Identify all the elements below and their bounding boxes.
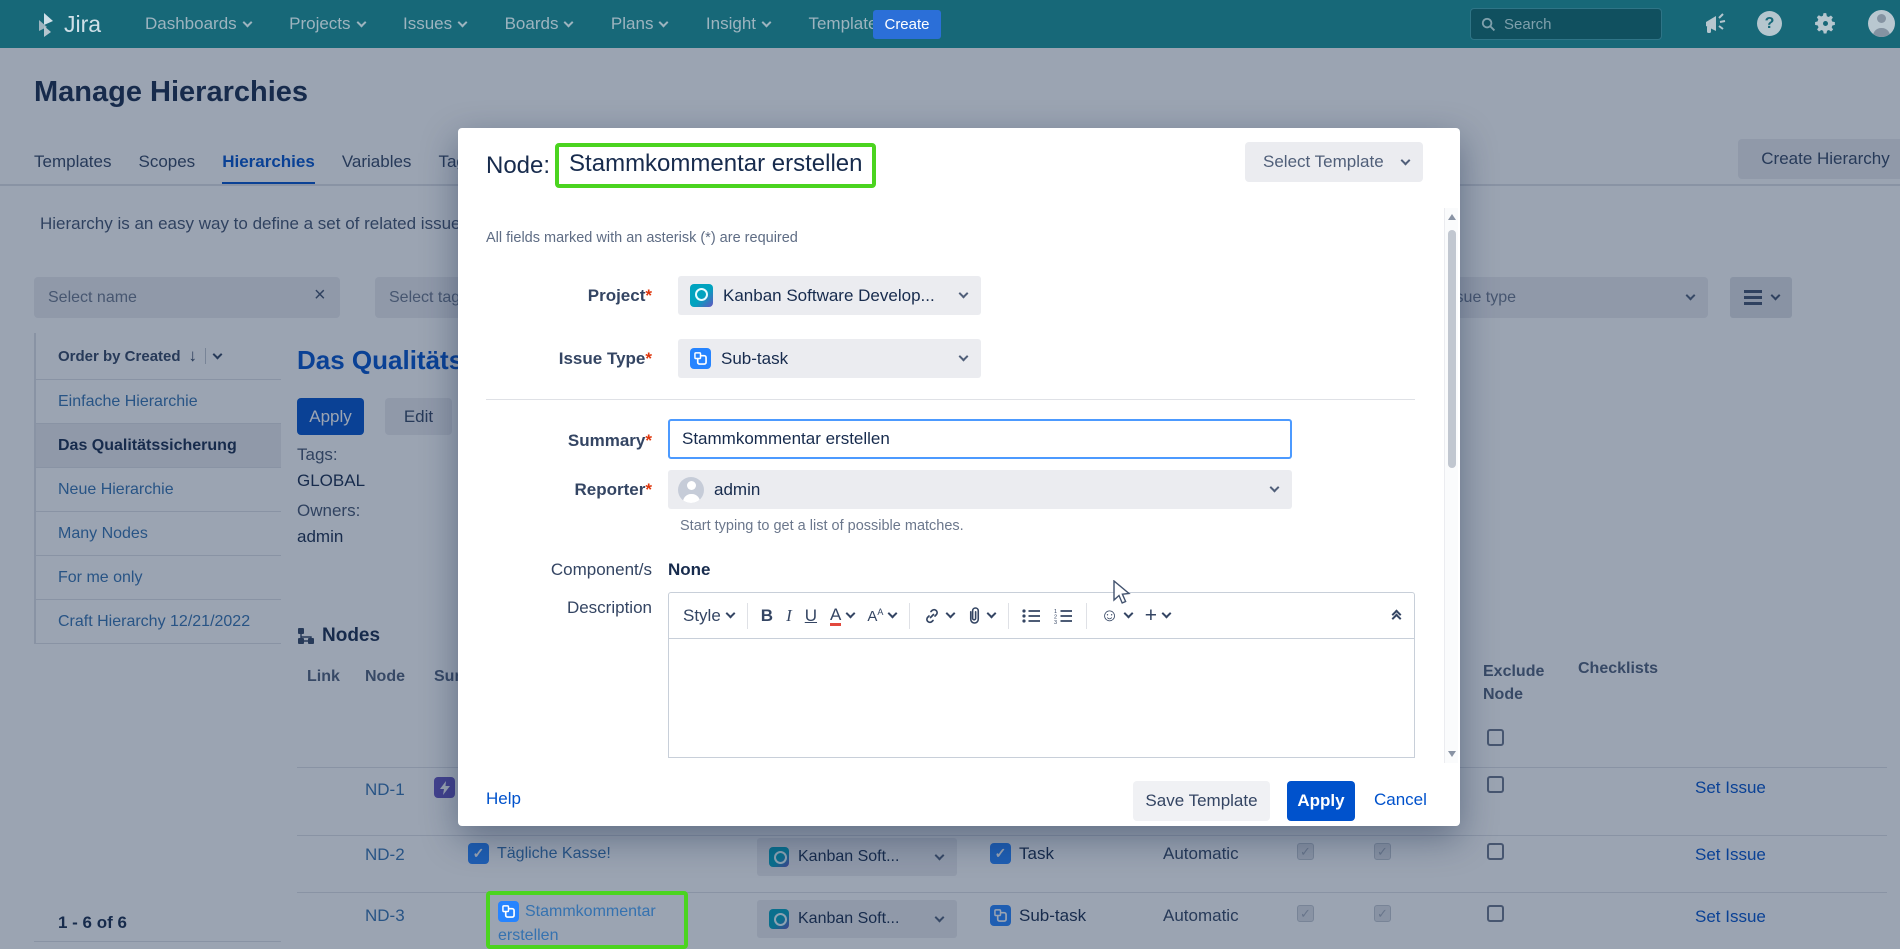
search-icon xyxy=(1481,17,1496,32)
divider xyxy=(486,399,1415,400)
jira-logo-icon xyxy=(32,12,56,38)
insert-more-dropdown[interactable]: + xyxy=(1145,604,1170,628)
reporter-help-text: Start typing to get a list of possible m… xyxy=(680,518,964,534)
save-template-button[interactable]: Save Template xyxy=(1133,781,1270,821)
italic-button[interactable]: I xyxy=(786,606,792,626)
reporter-label: Reporter* xyxy=(486,480,652,500)
numbered-list-button[interactable]: 123 xyxy=(1054,608,1073,624)
project-avatar-icon xyxy=(690,284,713,307)
summary-label: Summary* xyxy=(486,431,652,451)
chevron-down-icon xyxy=(846,609,856,619)
editor-toolbar: Style B I U A AA 123 ☺ + xyxy=(668,592,1415,639)
underline-button[interactable]: U xyxy=(805,606,817,626)
chevron-down-icon xyxy=(659,17,669,27)
chevron-down-icon xyxy=(725,609,735,619)
subtask-icon xyxy=(690,348,711,369)
create-button[interactable]: Create xyxy=(873,10,941,39)
chevron-down-icon xyxy=(1401,155,1411,165)
modal-title-prefix: Node: xyxy=(486,152,550,180)
modal-title-highlight: Stammkommentar erstellen xyxy=(555,143,876,188)
jira-logo[interactable]: Jira xyxy=(32,11,101,38)
modal-title: Node: Stammkommentar erstellen xyxy=(486,143,876,188)
megaphone-icon[interactable] xyxy=(1702,11,1728,37)
node-edit-modal: Node: Stammkommentar erstellen Select Te… xyxy=(458,128,1460,826)
user-avatar[interactable] xyxy=(1868,10,1895,37)
bullet-list-icon xyxy=(1022,608,1041,624)
search-box[interactable] xyxy=(1470,8,1662,40)
screen: Jira Dashboards Projects Issues Boards P… xyxy=(0,0,1900,949)
project-label: Project* xyxy=(486,286,652,306)
collapse-toolbar-button[interactable] xyxy=(1393,609,1400,623)
numbered-list-icon: 123 xyxy=(1054,608,1073,624)
link-dropdown[interactable] xyxy=(923,607,954,625)
chevron-down-icon xyxy=(888,609,898,619)
nav-projects[interactable]: Projects xyxy=(289,14,364,34)
nav-menu: Dashboards Projects Issues Boards Plans … xyxy=(145,14,934,34)
top-nav: Jira Dashboards Projects Issues Boards P… xyxy=(0,0,1900,48)
paperclip-icon xyxy=(967,606,982,625)
chevron-down-icon xyxy=(242,17,252,27)
bullet-list-button[interactable] xyxy=(1022,608,1041,624)
chevron-down-icon xyxy=(564,17,574,27)
help-icon[interactable]: ? xyxy=(1757,11,1782,36)
modal-scrollbar[interactable] xyxy=(1444,208,1458,763)
link-icon xyxy=(923,607,941,625)
nd3-summary-annotation[interactable]: Stammkommentar erstellen xyxy=(486,891,688,949)
emoji-dropdown[interactable]: ☺ xyxy=(1100,605,1131,626)
divider xyxy=(1086,603,1087,629)
svg-text:3: 3 xyxy=(1054,620,1057,624)
text-color-dropdown[interactable]: A xyxy=(830,606,854,626)
help-link[interactable]: Help xyxy=(486,789,521,809)
text-format-dropdown[interactable]: AA xyxy=(867,607,896,625)
chevron-down-icon xyxy=(987,609,997,619)
chevron-down-icon xyxy=(356,17,366,27)
style-dropdown[interactable]: Style xyxy=(683,606,734,626)
cancel-link[interactable]: Cancel xyxy=(1374,790,1427,810)
divider xyxy=(747,603,748,629)
scroll-down-icon[interactable] xyxy=(1448,751,1456,757)
select-template-dropdown[interactable]: Select Template xyxy=(1245,142,1423,182)
jira-logo-text: Jira xyxy=(64,11,101,38)
divider xyxy=(1008,603,1009,629)
chevron-down-icon xyxy=(1123,609,1133,619)
chevron-down-icon xyxy=(1270,483,1280,493)
chevron-down-icon xyxy=(762,17,772,27)
nav-issues[interactable]: Issues xyxy=(403,14,466,34)
subtask-icon xyxy=(498,901,519,922)
scrollbar-thumb[interactable] xyxy=(1448,230,1456,468)
chevron-down-icon xyxy=(946,609,956,619)
chevron-down-icon xyxy=(1162,609,1172,619)
scroll-up-icon[interactable] xyxy=(1448,214,1456,220)
summary-input[interactable] xyxy=(668,419,1292,459)
components-value: None xyxy=(668,560,711,580)
emoji-icon: ☺ xyxy=(1100,605,1118,626)
divider xyxy=(909,603,910,629)
description-textarea[interactable] xyxy=(668,639,1415,758)
nav-plans[interactable]: Plans xyxy=(611,14,668,34)
nav-dashboards[interactable]: Dashboards xyxy=(145,14,251,34)
required-note: All fields marked with an asterisk (*) a… xyxy=(486,230,798,246)
search-input[interactable] xyxy=(1504,16,1634,33)
reporter-avatar xyxy=(678,477,704,503)
issue-type-label: Issue Type* xyxy=(486,349,652,369)
apply-button[interactable]: Apply xyxy=(1287,781,1355,821)
project-field-dropdown[interactable]: Kanban Software Develop... xyxy=(678,276,981,315)
attachment-dropdown[interactable] xyxy=(967,606,995,625)
chevron-down-icon xyxy=(959,289,969,299)
mouse-cursor xyxy=(1112,580,1134,606)
description-label: Description xyxy=(486,598,652,618)
nav-insight[interactable]: Insight xyxy=(706,14,770,34)
nav-boards[interactable]: Boards xyxy=(505,14,573,34)
bold-button[interactable]: B xyxy=(761,606,773,626)
chevron-down-icon xyxy=(458,17,468,27)
issue-type-field-dropdown[interactable]: Sub-task xyxy=(678,339,981,378)
components-label: Component/s xyxy=(486,560,652,580)
reporter-field-dropdown[interactable]: admin xyxy=(668,470,1292,509)
gear-icon[interactable] xyxy=(1813,11,1838,36)
chevron-down-icon xyxy=(959,352,969,362)
node-summary-link[interactable]: Stammkommentar erstellen xyxy=(498,903,656,944)
